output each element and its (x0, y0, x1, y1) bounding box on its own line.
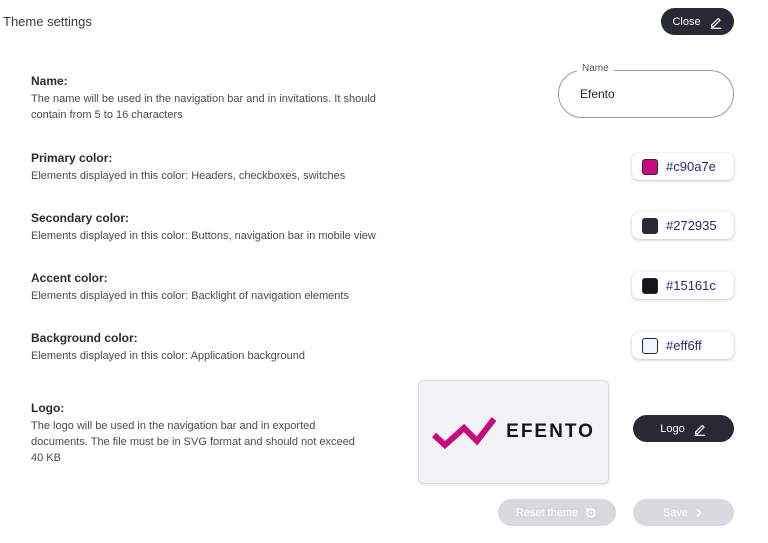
accent-color-description: Elements displayed in this color: Backli… (31, 290, 349, 302)
secondary-color-picker[interactable]: #272935 (632, 212, 734, 239)
reset-icon (585, 507, 596, 518)
close-button-label: Close (672, 15, 701, 28)
secondary-color-label: Secondary color: (31, 211, 130, 225)
accent-color-swatch (642, 277, 658, 294)
accent-color-hex: #15161c (666, 278, 716, 293)
background-color-label: Background color: (31, 331, 138, 345)
secondary-color-section: Secondary color: Elements displayed in t… (31, 211, 511, 244)
chevron-right-icon (696, 508, 703, 517)
logo-upload-button[interactable]: Logo (633, 415, 734, 442)
close-button[interactable]: Close (661, 8, 734, 35)
efento-wave-icon (432, 417, 497, 449)
pencil-icon (710, 17, 721, 29)
name-input[interactable]: Name Efento (558, 63, 734, 118)
logo-button-label: Logo (660, 422, 685, 435)
background-color-description: Elements displayed in this color: Applic… (31, 350, 305, 362)
logo-brand-text: EFENTO (506, 421, 595, 442)
name-label: Name: (31, 74, 68, 88)
background-color-section: Background color: Elements displayed in … (31, 331, 511, 364)
secondary-color-swatch (642, 217, 658, 234)
logo-section: Logo: The logo will be used in the navig… (31, 401, 361, 466)
background-color-picker[interactable]: #eff6ff (632, 332, 734, 359)
reset-theme-button[interactable]: Reset theme (498, 499, 616, 526)
primary-color-label: Primary color: (31, 151, 113, 165)
name-description: The name will be used in the navigation … (31, 93, 376, 121)
secondary-color-hex: #272935 (666, 218, 717, 233)
primary-color-description: Elements displayed in this color: Header… (31, 170, 346, 182)
name-section: Name: The name will be used in the navig… (31, 74, 391, 123)
pencil-icon (694, 424, 705, 436)
name-input-value[interactable]: Efento (580, 87, 615, 101)
background-color-hex: #eff6ff (666, 338, 702, 353)
primary-color-hex: #c90a7e (666, 159, 716, 174)
save-button[interactable]: Save (633, 499, 734, 526)
logo-description: The logo will be used in the navigation … (31, 420, 355, 464)
accent-color-label: Accent color: (31, 271, 108, 285)
primary-color-swatch (642, 158, 658, 175)
logo-label: Logo: (31, 401, 65, 415)
primary-color-section: Primary color: Elements displayed in thi… (31, 151, 511, 184)
accent-color-section: Accent color: Elements displayed in this… (31, 271, 511, 304)
primary-color-picker[interactable]: #c90a7e (632, 153, 734, 180)
reset-theme-label: Reset theme (515, 506, 579, 519)
page-title: Theme settings (3, 14, 92, 29)
accent-color-picker[interactable]: #15161c (632, 272, 734, 299)
name-input-legend: Name (577, 63, 614, 74)
logo-preview: EFENTO (418, 380, 609, 484)
secondary-color-description: Elements displayed in this color: Button… (31, 230, 376, 242)
background-color-swatch (642, 337, 658, 354)
save-label: Save (662, 506, 689, 519)
